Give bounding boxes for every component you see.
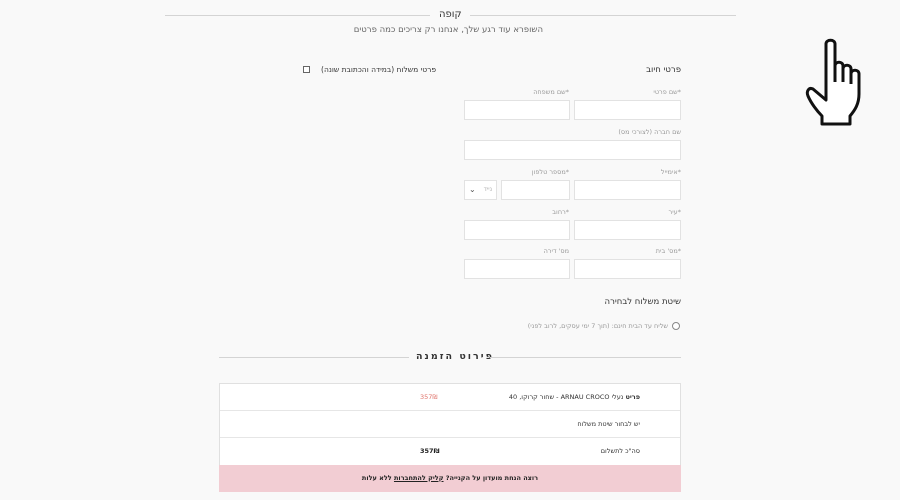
phone-prefix-select[interactable]: ⌄ נייד — [464, 180, 497, 200]
ship-different-checkbox[interactable] — [303, 66, 310, 73]
promo-login-link[interactable]: קליק להתחברות — [394, 474, 444, 482]
shipping-option-radio[interactable] — [672, 322, 680, 330]
last-name-label: *שם משפחה — [533, 88, 569, 96]
city-input[interactable] — [574, 220, 681, 240]
phone-prefix-value: נייד — [483, 186, 492, 193]
header-line-right — [470, 15, 736, 16]
table-row: סה"כ לתשלום 357₪ — [220, 438, 680, 465]
street-input[interactable] — [464, 220, 570, 240]
table-row: פריט נעלי ARNAU CROCO - שחור קרוקו, 40 3… — [220, 384, 680, 411]
promo-suffix: ללא עלות — [361, 474, 392, 482]
first-name-label: *שם פרטי — [653, 88, 681, 96]
house-no-input[interactable] — [574, 259, 681, 279]
total-value: 357₪ — [420, 447, 440, 455]
order-line-left — [219, 357, 409, 358]
shipping-option-label[interactable]: שליח עד הבית חינם: (תוך 7 ימי עסקים, לרו… — [528, 322, 668, 330]
phone-label: *מספר טלפון — [531, 168, 569, 176]
shipping-heading: שיטת משלוח לבחירה — [604, 297, 681, 307]
company-label: שם חברה (לצורכי מס) — [618, 128, 681, 136]
apt-no-input[interactable] — [464, 259, 570, 279]
header-line-left — [165, 15, 430, 16]
hand-pointer-icon — [805, 38, 861, 126]
street-label: *רחוב — [552, 208, 569, 216]
first-name-input[interactable] — [574, 100, 681, 120]
house-no-label: *מס' בית — [655, 247, 681, 255]
page-title: קופה — [439, 9, 462, 20]
city-label: *עיר — [668, 208, 681, 216]
total-label: סה"כ לתשלום — [600, 447, 640, 455]
product-cell: פריט נעלי ARNAU CROCO - שחור קרוקו, 40 — [509, 384, 640, 411]
last-name-input[interactable] — [464, 100, 570, 120]
order-table: פריט נעלי ARNAU CROCO - שחור קרוקו, 40 3… — [219, 383, 681, 466]
shipping-row-label: יש לבחור שיטת משלוח — [577, 420, 640, 428]
promo-prefix: רוצה הנחת מועדון על הקנייה? — [445, 474, 539, 482]
order-heading: פירוט הזמנה — [416, 351, 494, 362]
chevron-down-icon: ⌄ — [469, 185, 476, 194]
club-promo-bar: רוצה הנחת מועדון על הקנייה? קליק להתחברו… — [219, 465, 681, 492]
apt-no-label: מס' דירה — [543, 247, 569, 255]
ship-different-label: פרטי משלוח (במידה והכתובת שונה) — [321, 65, 436, 74]
billing-heading: פרטי חיוב — [646, 65, 681, 75]
product-bold: פריט — [625, 393, 640, 401]
email-label: *אימייל — [660, 168, 681, 176]
company-input[interactable] — [464, 140, 681, 160]
page-subtitle: השופרא עוד רגע שלך, אנחנו רק צריכים כמה … — [353, 25, 543, 35]
product-price: 357₪ — [420, 393, 438, 401]
table-row: יש לבחור שיטת משלוח — [220, 411, 680, 438]
product-name: נעלי ARNAU CROCO - שחור קרוקו, 40 — [508, 393, 624, 401]
order-line-right — [490, 357, 681, 358]
email-input[interactable] — [574, 180, 681, 200]
phone-input[interactable] — [501, 180, 570, 200]
